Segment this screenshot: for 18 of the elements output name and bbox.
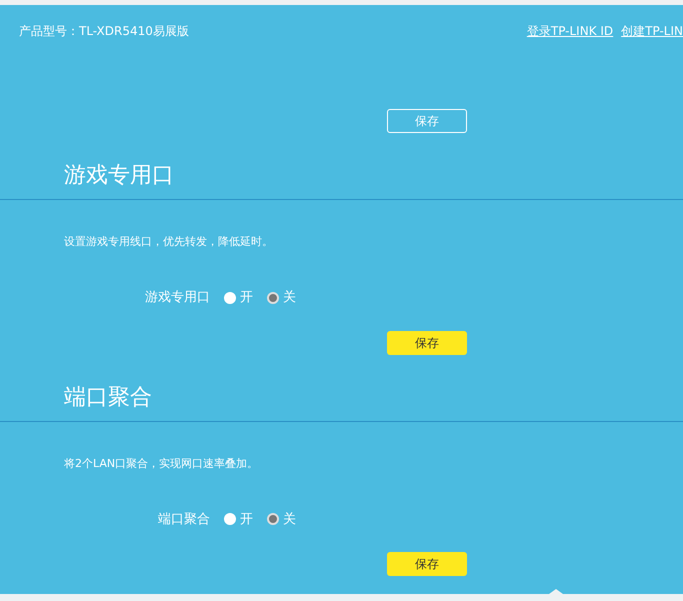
section-title: 端口聚合: [64, 384, 152, 410]
section-description: 将2个LAN口聚合，实现网口速率叠加。: [64, 456, 258, 470]
radio-icon[interactable]: [267, 292, 279, 304]
radio-option[interactable]: 开: [224, 288, 253, 308]
header-link[interactable]: 创建TP-LIN: [621, 22, 683, 40]
save-button[interactable]: 保存: [387, 330, 467, 354]
radio-option[interactable]: 关: [267, 510, 296, 529]
radio-option[interactable]: 开: [224, 510, 253, 529]
field-label: 游戏专用口: [144, 289, 211, 307]
field-label: 端口聚合: [157, 510, 211, 528]
section-title: 游戏专用口: [64, 163, 174, 188]
section-description: 设置游戏专用线口，优先转发，降低延时。: [64, 235, 273, 248]
product-model: 产品型号：TL-XDR5410易展版: [19, 23, 189, 40]
radio-icon[interactable]: [267, 513, 279, 526]
radio-option[interactable]: 关: [267, 288, 296, 308]
save-button[interactable]: 保存: [387, 552, 467, 576]
save-button[interactable]: 保存: [387, 109, 467, 133]
header-link[interactable]: 登录TP-LINK ID: [526, 22, 614, 40]
